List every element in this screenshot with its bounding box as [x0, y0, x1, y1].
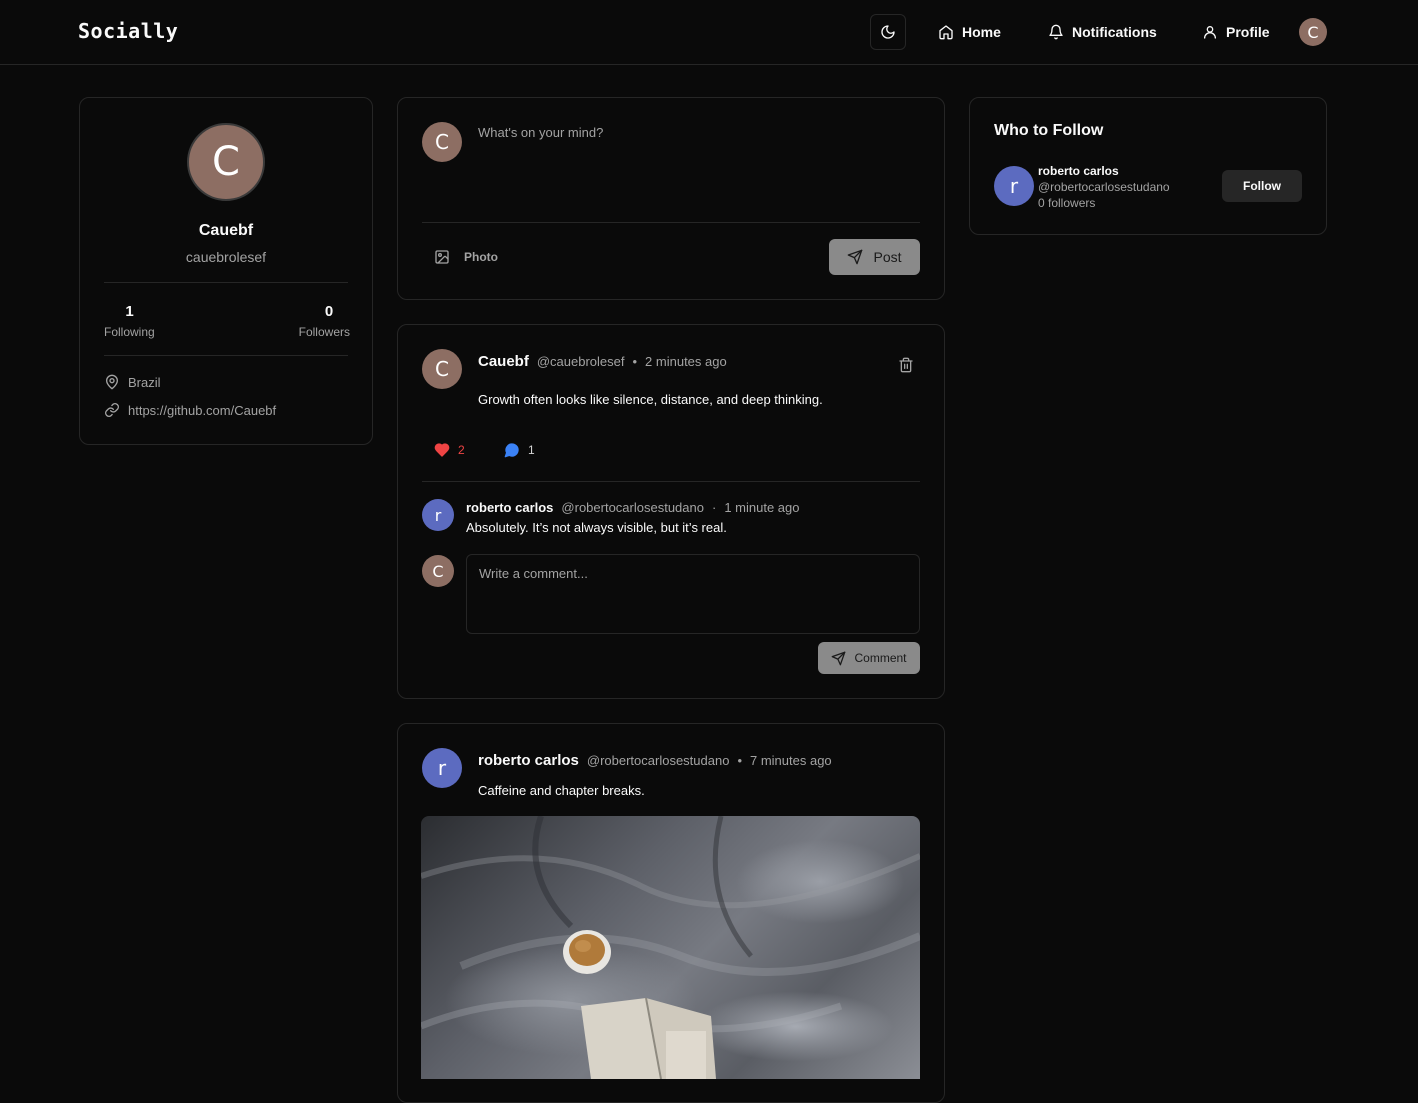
comment-input[interactable]: Write a comment... [466, 554, 920, 634]
profile-username: cauebrolesef [185, 249, 267, 265]
heart-icon [434, 443, 450, 457]
suggested-user-followers: 0 followers [1038, 196, 1096, 210]
comment-submit-label: Comment [854, 651, 907, 665]
like-button[interactable]: 2 [434, 442, 465, 458]
profile-divider-top [104, 282, 348, 283]
post-author-name[interactable]: Cauebf [478, 353, 529, 370]
following-count: 1 [125, 303, 134, 320]
send-icon [848, 249, 863, 265]
followers-stat[interactable]: 0 Followers [294, 303, 354, 339]
post-timestamp: 7 minutes ago [750, 753, 832, 768]
photo-button-label: Photo [464, 250, 498, 264]
composer-divider [422, 222, 920, 223]
post-meta-dot: • [737, 753, 742, 768]
post-button-label: Post [873, 249, 902, 265]
composer-input[interactable]: What's on your mind? [478, 125, 918, 215]
trash-icon [899, 357, 913, 373]
post-author-name[interactable]: roberto carlos [478, 752, 579, 769]
bell-icon [1049, 24, 1063, 40]
profile-website-link[interactable]: https://github.com/Cauebf [128, 403, 276, 418]
photo-button[interactable]: Photo [434, 249, 498, 265]
map-pin-icon [106, 374, 118, 390]
post-header: Cauebf @cauebrolesef • 2 minutes ago [478, 353, 727, 370]
comment-header: roberto carlos @robertocarlosestudano · … [466, 500, 800, 515]
delete-post-button[interactable] [898, 357, 914, 378]
home-icon [939, 25, 953, 40]
moon-icon [881, 25, 895, 39]
followers-label: Followers [298, 325, 350, 339]
profile-location: Brazil [104, 374, 161, 390]
post-timestamp: 2 minutes ago [645, 354, 727, 369]
theme-toggle-button[interactable] [870, 14, 906, 50]
post-meta-dot: • [632, 354, 638, 369]
comment-author-avatar[interactable]: r [422, 499, 454, 531]
post-image-illustration [421, 816, 920, 1079]
comment-timestamp: 1 minute ago [724, 500, 800, 515]
following-stat[interactable]: 1 Following [104, 303, 164, 339]
image-icon [435, 250, 449, 264]
post-content: Caffeine and chapter breaks. [478, 783, 645, 798]
comment-toggle-button[interactable]: 1 [504, 442, 535, 458]
post-content: Growth often looks like silence, distanc… [478, 392, 823, 407]
send-icon [832, 651, 846, 665]
user-icon [1204, 26, 1216, 39]
post-author-handle: @cauebrolesef [536, 354, 625, 369]
post-author-avatar[interactable]: C [422, 349, 462, 389]
profile-avatar[interactable]: C [187, 123, 265, 201]
nav-notifications[interactable]: Notifications [1048, 22, 1157, 42]
post-card: C Cauebf @cauebrolesef • 2 minutes ago G… [397, 324, 945, 699]
post-author-handle: @robertocarlosestudano [586, 753, 730, 768]
who-to-follow-title: Who to Follow [994, 122, 1104, 139]
post-image[interactable] [421, 816, 920, 1079]
suggested-user-name[interactable]: roberto carlos [1038, 164, 1119, 178]
profile-card: C Cauebf cauebrolesef 1 Following 0 Foll… [79, 97, 373, 445]
followers-count: 0 [324, 303, 334, 320]
comment-input-placeholder: Write a comment... [479, 566, 588, 581]
app-logo[interactable]: Socially [78, 19, 178, 43]
post-composer: C What's on your mind? Photo Post [397, 97, 945, 300]
nav-profile-label: Profile [1226, 24, 1270, 40]
like-count: 2 [458, 443, 465, 457]
link-icon [105, 403, 119, 417]
post-comments-divider [422, 481, 920, 482]
message-circle-icon [504, 443, 519, 458]
nav-profile[interactable]: Profile [1202, 22, 1270, 42]
following-label: Following [104, 325, 155, 339]
follow-button[interactable]: Follow [1222, 170, 1302, 202]
suggested-user-handle: @robertocarlosestudano [1038, 180, 1170, 194]
nav-home-label: Home [962, 24, 1001, 40]
comment-composer-avatar: C [422, 555, 454, 587]
who-to-follow-card: Who to Follow r roberto carlos @robertoc… [969, 97, 1327, 235]
nav-home[interactable]: Home [938, 22, 1001, 42]
profile-divider-bottom [104, 355, 348, 356]
profile-website[interactable]: https://github.com/Cauebf [104, 402, 276, 418]
composer-avatar: C [422, 122, 462, 162]
comment-submit-button[interactable]: Comment [818, 642, 920, 674]
profile-name[interactable]: Cauebf [80, 222, 372, 240]
comment-author-handle: @robertocarlosestudano [561, 500, 704, 515]
post-button[interactable]: Post [829, 239, 920, 275]
nav-notifications-label: Notifications [1072, 24, 1157, 40]
profile-location-text: Brazil [128, 374, 161, 390]
post-author-avatar[interactable]: r [422, 748, 462, 788]
suggested-user-avatar[interactable]: r [994, 166, 1034, 206]
comment-content: Absolutely. It’s not always visible, but… [466, 520, 727, 535]
comment-meta-dot: · [711, 500, 717, 515]
user-avatar-menu[interactable]: C [1299, 18, 1327, 46]
comment-author-name[interactable]: roberto carlos [466, 500, 553, 515]
post-header: roberto carlos @robertocarlosestudano • … [478, 752, 832, 769]
comment-count: 1 [528, 443, 535, 457]
top-navbar: Socially Home Notifications Profile C [0, 0, 1418, 65]
